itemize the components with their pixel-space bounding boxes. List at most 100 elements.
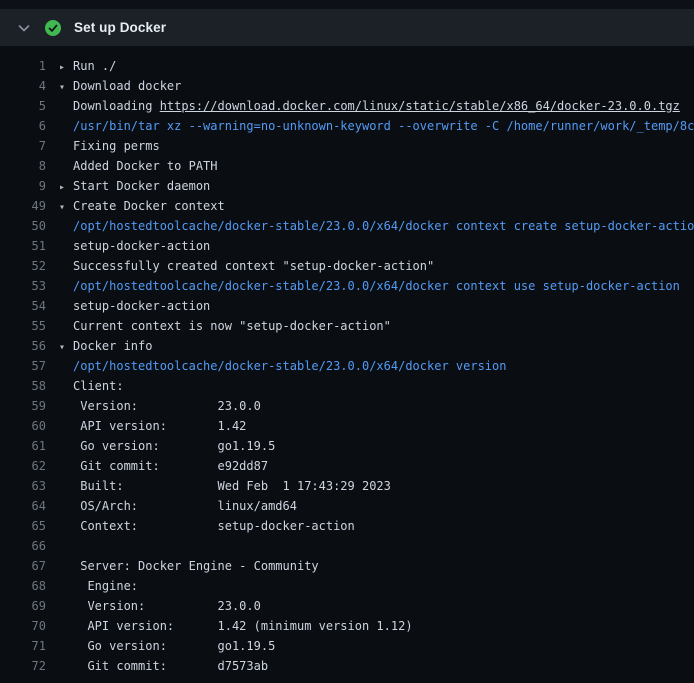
log-line: 61 Go version: go1.19.5 bbox=[0, 436, 694, 456]
log-line: 50/opt/hostedtoolcache/docker-stable/23.… bbox=[0, 216, 694, 236]
log-text: setup-docker-action bbox=[73, 296, 210, 316]
log-line: 6/usr/bin/tar xz --warning=no-unknown-ke… bbox=[0, 116, 694, 136]
log-line: 62 Git commit: e92dd87 bbox=[0, 456, 694, 476]
log-text-prefix: Downloading bbox=[73, 99, 160, 113]
step-header[interactable]: Set up Docker bbox=[0, 9, 694, 46]
log-line: 69 Version: 23.0.0 bbox=[0, 596, 694, 616]
log-group-line[interactable]: 9 ▸Start Docker daemon bbox=[0, 176, 694, 196]
line-number[interactable]: 67 bbox=[0, 556, 46, 576]
chevron-expanded-icon[interactable]: ▾ bbox=[59, 198, 73, 218]
line-number[interactable]: 58 bbox=[0, 376, 46, 396]
log-line: 53/opt/hostedtoolcache/docker-stable/23.… bbox=[0, 276, 694, 296]
line-number[interactable]: 61 bbox=[0, 436, 46, 456]
log-line: 63 Built: Wed Feb 1 17:43:29 2023 bbox=[0, 476, 694, 496]
log-text: Go version: go1.19.5 bbox=[73, 636, 275, 656]
chevron-down-icon[interactable] bbox=[16, 20, 32, 36]
line-number[interactable]: 52 bbox=[0, 256, 46, 276]
actions-log-viewer: Set up Docker 1▸Run ./4▾Download docker5… bbox=[0, 0, 694, 683]
line-number[interactable]: 54 bbox=[0, 296, 46, 316]
line-number[interactable]: 68 bbox=[0, 576, 46, 596]
log-text: Version: 23.0.0 bbox=[73, 396, 261, 416]
line-number[interactable]: 57 bbox=[0, 356, 46, 376]
line-number[interactable]: 63 bbox=[0, 476, 46, 496]
log-area: 1▸Run ./4▾Download docker5Downloading ht… bbox=[0, 46, 694, 683]
log-group-line[interactable]: 56 ▾Docker info bbox=[0, 336, 694, 356]
line-number[interactable]: 6 bbox=[0, 116, 46, 136]
log-text: Git commit: d7573ab bbox=[73, 656, 268, 676]
line-number[interactable]: 60 bbox=[0, 416, 46, 436]
log-text: Fixing perms bbox=[73, 136, 160, 156]
log-text: Server: Docker Engine - Community bbox=[73, 556, 319, 576]
line-number[interactable]: 64 bbox=[0, 496, 46, 516]
log-text: /usr/bin/tar xz --warning=no-unknown-key… bbox=[73, 116, 694, 136]
log-text: Successfully created context "setup-dock… bbox=[73, 256, 434, 276]
chevron-expanded-icon[interactable]: ▾ bbox=[59, 338, 73, 358]
line-number[interactable]: 4 bbox=[0, 76, 46, 96]
log-line: 57/opt/hostedtoolcache/docker-stable/23.… bbox=[0, 356, 694, 376]
line-number[interactable]: 5 bbox=[0, 96, 46, 116]
page-background-strip bbox=[0, 0, 694, 9]
line-number[interactable]: 70 bbox=[0, 616, 46, 636]
log-line: 59 Version: 23.0.0 bbox=[0, 396, 694, 416]
log-text: /opt/hostedtoolcache/docker-stable/23.0.… bbox=[73, 356, 506, 376]
log-line: 7 Fixing perms bbox=[0, 136, 694, 156]
log-line: 70 API version: 1.42 (minimum version 1.… bbox=[0, 616, 694, 636]
log-text: OS/Arch: linux/amd64 bbox=[73, 496, 297, 516]
log-text: Built: Wed Feb 1 17:43:29 2023 bbox=[73, 476, 391, 496]
log-line: 54 setup-docker-action bbox=[0, 296, 694, 316]
line-number[interactable]: 56 bbox=[0, 336, 46, 356]
log-line: 65 Context: setup-docker-action bbox=[0, 516, 694, 536]
log-text: setup-docker-action bbox=[73, 236, 210, 256]
log-text: Go version: go1.19.5 bbox=[73, 436, 275, 456]
log-text: Git commit: e92dd87 bbox=[73, 456, 268, 476]
line-number[interactable]: 59 bbox=[0, 396, 46, 416]
line-number[interactable]: 9 bbox=[0, 176, 46, 196]
line-number[interactable]: 69 bbox=[0, 596, 46, 616]
line-number[interactable]: 62 bbox=[0, 456, 46, 476]
line-number[interactable]: 1 bbox=[0, 56, 46, 76]
log-line: 71 Go version: go1.19.5 bbox=[0, 636, 694, 656]
log-text: Client: bbox=[73, 376, 124, 396]
log-line: 58 Client: bbox=[0, 376, 694, 396]
log-line: 64 OS/Arch: linux/amd64 bbox=[0, 496, 694, 516]
log-line: 68 Engine: bbox=[0, 576, 694, 596]
line-number[interactable]: 50 bbox=[0, 216, 46, 236]
step-title: Set up Docker bbox=[74, 20, 166, 35]
log-group-line[interactable]: 49 ▾Create Docker context bbox=[0, 196, 694, 216]
line-number[interactable]: 49 bbox=[0, 196, 46, 216]
log-text: Downloading https://download.docker.com/… bbox=[73, 96, 680, 116]
line-number[interactable]: 8 bbox=[0, 156, 46, 176]
log-text: Download docker bbox=[73, 76, 181, 96]
line-number[interactable]: 72 bbox=[0, 656, 46, 676]
line-number[interactable]: 71 bbox=[0, 636, 46, 656]
log-text: /opt/hostedtoolcache/docker-stable/23.0.… bbox=[73, 276, 680, 296]
line-number[interactable]: 7 bbox=[0, 136, 46, 156]
line-number[interactable]: 53 bbox=[0, 276, 46, 296]
log-text: API version: 1.42 (minimum version 1.12) bbox=[73, 616, 413, 636]
log-text: Engine: bbox=[73, 576, 138, 596]
log-line: 60 API version: 1.42 bbox=[0, 416, 694, 436]
log-line: 5 Downloading https://download.docker.com… bbox=[0, 96, 694, 116]
log-text: Start Docker daemon bbox=[73, 176, 210, 196]
chevron-collapsed-icon[interactable]: ▸ bbox=[59, 58, 73, 78]
log-line: 66 bbox=[0, 536, 694, 556]
log-text: Docker info bbox=[73, 336, 152, 356]
log-text: /opt/hostedtoolcache/docker-stable/23.0.… bbox=[73, 216, 694, 236]
log-url-link[interactable]: https://download.docker.com/linux/static… bbox=[160, 99, 680, 113]
log-group-line[interactable]: 4 ▾Download docker bbox=[0, 76, 694, 96]
success-check-icon bbox=[45, 20, 61, 36]
log-text: Run ./ bbox=[73, 56, 116, 76]
line-number[interactable]: 65 bbox=[0, 516, 46, 536]
log-group-line[interactable]: 1 ▸Run ./ bbox=[0, 56, 694, 76]
chevron-collapsed-icon[interactable]: ▸ bbox=[59, 178, 73, 198]
line-number[interactable]: 51 bbox=[0, 236, 46, 256]
log-line: 72 Git commit: d7573ab bbox=[0, 656, 694, 676]
log-line: 52 Successfully created context "setup-do… bbox=[0, 256, 694, 276]
log-text: Create Docker context bbox=[73, 196, 225, 216]
log-line: 51 setup-docker-action bbox=[0, 236, 694, 256]
line-number[interactable]: 66 bbox=[0, 536, 46, 556]
line-number[interactable]: 55 bbox=[0, 316, 46, 336]
log-text: Context: setup-docker-action bbox=[73, 516, 355, 536]
log-text: Added Docker to PATH bbox=[73, 156, 218, 176]
chevron-expanded-icon[interactable]: ▾ bbox=[59, 78, 73, 98]
